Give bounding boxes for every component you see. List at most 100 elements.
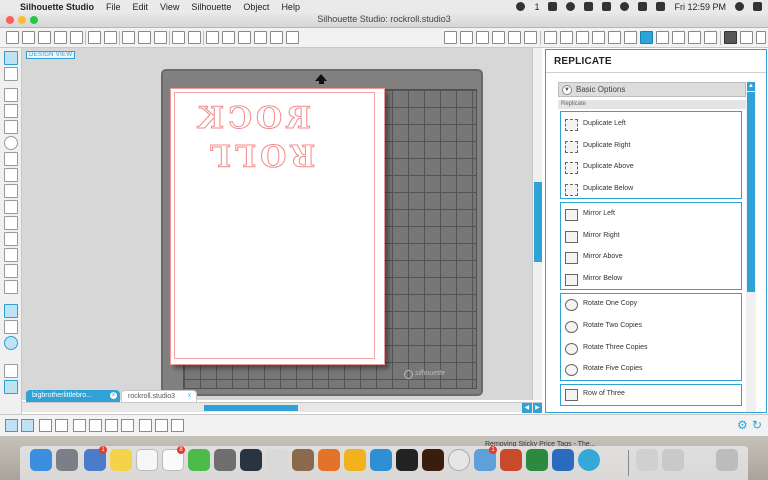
- knife-tool-icon[interactable]: [4, 280, 18, 294]
- freehand-tool-icon[interactable]: [4, 200, 18, 214]
- dropbox-icon[interactable]: [602, 2, 612, 11]
- line-color-icon[interactable]: [524, 31, 537, 44]
- system-preferences-icon[interactable]: [214, 449, 236, 471]
- deselect-icon[interactable]: [21, 419, 34, 432]
- design-store-icon[interactable]: [724, 31, 737, 44]
- menu-file[interactable]: File: [106, 2, 121, 12]
- new-file-icon[interactable]: [6, 31, 19, 44]
- design-view-icon[interactable]: [4, 304, 18, 318]
- app-menu[interactable]: Silhouette Studio: [20, 2, 94, 12]
- notes-icon[interactable]: [110, 449, 132, 471]
- library-panel-icon[interactable]: [4, 380, 18, 394]
- offset-icon[interactable]: [672, 31, 685, 44]
- cut-settings-icon[interactable]: [492, 31, 505, 44]
- open-file-icon[interactable]: [22, 31, 35, 44]
- scale-icon[interactable]: [608, 31, 621, 44]
- release-compound-path-icon[interactable]: [121, 419, 134, 432]
- clock[interactable]: Fri 12:59 PM: [674, 2, 726, 12]
- vertical-scroll-thumb[interactable]: [534, 182, 542, 262]
- fit-to-page-icon[interactable]: [286, 31, 299, 44]
- terminal-icon[interactable]: [396, 449, 418, 471]
- polygon-tool-icon[interactable]: [4, 152, 18, 166]
- row-of-three-option[interactable]: Row of Three: [565, 388, 735, 402]
- web-view-icon[interactable]: [4, 336, 18, 350]
- chat-icon[interactable]: [584, 2, 594, 11]
- mirror-above-option[interactable]: Mirror Above: [565, 251, 735, 265]
- print-icon[interactable]: [88, 31, 101, 44]
- battery-icon[interactable]: [656, 2, 666, 11]
- wifi-icon[interactable]: [620, 2, 630, 11]
- menu-edit[interactable]: Edit: [133, 2, 149, 12]
- text-tool-icon[interactable]: [4, 248, 18, 262]
- rotate-icon[interactable]: [576, 31, 589, 44]
- collapse-chevron-icon[interactable]: ▼: [562, 85, 572, 95]
- modify-icon[interactable]: [656, 31, 669, 44]
- canvas-vertical-scrollbar[interactable]: [532, 48, 542, 400]
- volume-icon[interactable]: [638, 2, 648, 11]
- paste-icon[interactable]: [154, 31, 167, 44]
- move-icon[interactable]: [624, 31, 637, 44]
- document-tab[interactable]: bigbrotherlittlebro... x: [26, 390, 120, 402]
- silhouette-studio-icon[interactable]: [578, 449, 600, 471]
- text-style-icon[interactable]: [544, 31, 557, 44]
- word-icon[interactable]: [552, 449, 574, 471]
- store-view-icon[interactable]: [4, 320, 18, 334]
- rounded-rectangle-tool-icon[interactable]: [4, 120, 18, 134]
- photo-app-icon[interactable]: [500, 449, 522, 471]
- menu-help[interactable]: Help: [281, 2, 300, 12]
- align-icon[interactable]: [592, 31, 605, 44]
- line-tool-icon[interactable]: [4, 88, 18, 102]
- launchpad-icon[interactable]: [56, 449, 78, 471]
- settings-gear-icon[interactable]: ⚙: [737, 419, 748, 432]
- point-edit-tool-icon[interactable]: [4, 67, 18, 81]
- spotlight-icon[interactable]: [735, 2, 744, 11]
- library-icon[interactable]: [38, 31, 51, 44]
- save-as-icon[interactable]: [70, 31, 83, 44]
- minimized-window-1-icon[interactable]: [636, 449, 658, 471]
- lightroom-icon[interactable]: [240, 449, 262, 471]
- close-tab-icon[interactable]: x: [110, 392, 117, 399]
- replicate-panel-icon[interactable]: [640, 31, 653, 44]
- finder-icon[interactable]: [30, 449, 52, 471]
- mirrored-text-roll[interactable]: ROLL: [206, 137, 316, 173]
- rotate-three-copies-option[interactable]: Rotate Three Copies: [565, 342, 735, 356]
- mirror-below-option[interactable]: Mirror Below: [565, 273, 735, 287]
- trace-icon[interactable]: [688, 31, 701, 44]
- notification-badge-icon[interactable]: [516, 2, 526, 11]
- design-canvas[interactable]: DESIGN VIEW silhouette ROCK ROLL: [22, 48, 532, 400]
- scroll-right-icon[interactable]: ▶: [532, 403, 542, 413]
- horizontal-scroll-thumb[interactable]: [204, 405, 298, 411]
- basic-options-header[interactable]: ▼ Basic Options: [558, 82, 746, 97]
- library-view-icon[interactable]: [740, 31, 753, 44]
- notification-center-icon[interactable]: [753, 2, 762, 11]
- drag-zoom-icon[interactable]: [270, 31, 283, 44]
- pan-hand-icon[interactable]: [206, 31, 219, 44]
- mirror-left-option[interactable]: Mirror Left: [565, 208, 735, 222]
- design-page[interactable]: ROCK ROLL: [170, 88, 385, 365]
- design-page-settings-icon[interactable]: [444, 31, 457, 44]
- copy-icon[interactable]: [138, 31, 151, 44]
- panel-scroll-thumb[interactable]: [747, 92, 755, 292]
- duplicate-left-option[interactable]: Duplicate Left: [565, 118, 735, 132]
- help-icon[interactable]: [266, 449, 288, 471]
- color-fill-icon[interactable]: [508, 31, 521, 44]
- ungroup-icon[interactable]: [89, 419, 102, 432]
- save-icon[interactable]: [54, 31, 67, 44]
- powerpoint-icon[interactable]: [318, 449, 340, 471]
- registration-marks-icon[interactable]: [476, 31, 489, 44]
- select-all-icon[interactable]: [5, 419, 18, 432]
- minimized-window-3-icon[interactable]: [688, 449, 710, 471]
- duplicate-below-option[interactable]: Duplicate Below: [565, 183, 735, 197]
- send-to-back-icon[interactable]: [155, 419, 168, 432]
- zoom-in-icon[interactable]: [222, 31, 235, 44]
- regular-polygon-tool-icon[interactable]: [4, 232, 18, 246]
- redo-icon[interactable]: [188, 31, 201, 44]
- duplicate-right-option[interactable]: Duplicate Right: [565, 140, 735, 154]
- menu-view[interactable]: View: [160, 2, 179, 12]
- menu-silhouette[interactable]: Silhouette: [191, 2, 231, 12]
- menu-object[interactable]: Object: [243, 2, 269, 12]
- reminders-icon[interactable]: [136, 449, 158, 471]
- zoom-selection-icon[interactable]: [254, 31, 267, 44]
- mirror-right-option[interactable]: Mirror Right: [565, 230, 735, 244]
- trash-icon[interactable]: [716, 449, 738, 471]
